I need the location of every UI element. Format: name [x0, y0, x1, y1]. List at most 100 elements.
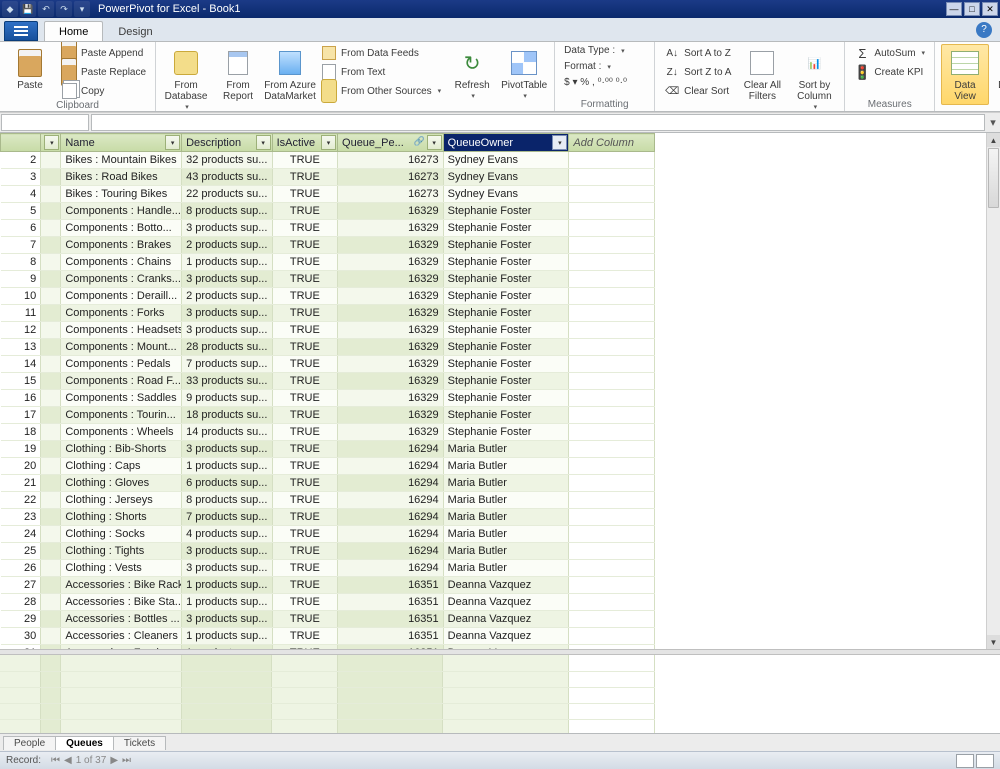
cell-add-column[interactable] [569, 458, 655, 475]
cell-queue-owner[interactable]: Maria Butler [443, 458, 569, 475]
cell-description[interactable]: 8 products sup... [182, 492, 273, 509]
cell-isactive[interactable]: TRUE [272, 305, 337, 322]
cell-queue-pe[interactable]: 16329 [338, 356, 444, 373]
table-row[interactable]: 12Components : Headsets3 products sup...… [1, 322, 655, 339]
cell-queue-owner[interactable]: Stephanie Foster [443, 220, 569, 237]
cell-relationship[interactable] [41, 628, 61, 645]
table-row[interactable]: 10Components : Deraill...2 products sup.… [1, 288, 655, 305]
cell-add-column[interactable] [569, 543, 655, 560]
cell-relationship[interactable] [41, 305, 61, 322]
cell-queue-owner[interactable]: Sydney Evans [443, 169, 569, 186]
cell-add-column[interactable] [569, 628, 655, 645]
cell-add-column[interactable] [569, 373, 655, 390]
minimize-button[interactable]: — [946, 2, 962, 16]
table-row[interactable]: 22Clothing : Jerseys8 products sup...TRU… [1, 492, 655, 509]
table-row[interactable]: 24Clothing : Socks4 products sup...TRUE1… [1, 526, 655, 543]
cell-description[interactable]: 1 products sup... [182, 628, 273, 645]
cell-description[interactable]: 2 products sup... [182, 237, 273, 254]
cell-add-column[interactable] [569, 526, 655, 543]
cell-relationship[interactable] [41, 543, 61, 560]
cell-add-column[interactable] [569, 152, 655, 169]
cell-name[interactable]: Accessories : Fenders [61, 645, 182, 650]
cell-name[interactable]: Clothing : Shorts [61, 509, 182, 526]
cell-name[interactable]: Components : Mount... [61, 339, 182, 356]
cell-description[interactable]: 1 products sup... [182, 254, 273, 271]
cell-relationship[interactable] [41, 475, 61, 492]
pivottable-button[interactable]: PivotTable [500, 44, 548, 103]
cell-relationship[interactable] [41, 390, 61, 407]
cell-queue-owner[interactable]: Maria Butler [443, 543, 569, 560]
cell-add-column[interactable] [569, 645, 655, 650]
cell-queue-pe[interactable]: 16329 [338, 373, 444, 390]
cell-name[interactable]: Components : Brakes [61, 237, 182, 254]
cell-name[interactable]: Components : Pedals [61, 356, 182, 373]
cell-add-column[interactable] [569, 424, 655, 441]
cell-name[interactable]: Clothing : Socks [61, 526, 182, 543]
cell-isactive[interactable]: TRUE [272, 594, 337, 611]
cell-isactive[interactable]: TRUE [272, 220, 337, 237]
cell-relationship[interactable] [41, 271, 61, 288]
scroll-thumb[interactable] [988, 148, 999, 208]
cell-queue-pe[interactable]: 16329 [338, 305, 444, 322]
nav-prev-icon[interactable]: ◀ [64, 755, 72, 766]
cell-add-column[interactable] [569, 441, 655, 458]
cell-queue-pe[interactable]: 16351 [338, 645, 444, 650]
calc-row[interactable] [0, 719, 655, 733]
table-row[interactable]: 9Components : Cranks...3 products sup...… [1, 271, 655, 288]
cell-queue-pe[interactable]: 16329 [338, 254, 444, 271]
cell-isactive[interactable]: TRUE [272, 390, 337, 407]
cell-queue-pe[interactable]: 16329 [338, 322, 444, 339]
cell-isactive[interactable]: TRUE [272, 152, 337, 169]
table-row[interactable]: 13Components : Mount...28 products su...… [1, 339, 655, 356]
cell-description[interactable]: 1 products sup... [182, 577, 273, 594]
cell-relationship[interactable] [41, 441, 61, 458]
cell-isactive[interactable]: TRUE [272, 577, 337, 594]
diagram-view-button[interactable]: Diagram View [993, 44, 1000, 105]
cell-isactive[interactable]: TRUE [272, 645, 337, 650]
cell-queue-pe[interactable]: 16351 [338, 611, 444, 628]
data-type-selector[interactable]: Data Type : [561, 44, 627, 57]
cell-isactive[interactable]: TRUE [272, 543, 337, 560]
select-all-corner[interactable] [1, 134, 41, 152]
nav-last-icon[interactable]: ⏭ [122, 755, 131, 766]
cell-queue-pe[interactable]: 16329 [338, 424, 444, 441]
cell-description[interactable]: 6 products sup... [182, 475, 273, 492]
cell-description[interactable]: 33 products su... [182, 373, 273, 390]
cell-add-column[interactable] [569, 356, 655, 373]
cell-queue-owner[interactable]: Stephanie Foster [443, 305, 569, 322]
cell-name[interactable]: Bikes : Touring Bikes [61, 186, 182, 203]
format-selector[interactable]: Format : [561, 60, 614, 73]
table-row[interactable]: 6Components : Botto...3 products sup...T… [1, 220, 655, 237]
cell-add-column[interactable] [569, 220, 655, 237]
cell-isactive[interactable]: TRUE [272, 288, 337, 305]
from-data-feeds-button[interactable]: From Data Feeds [318, 44, 444, 62]
column-header-queue-owner[interactable]: QueueOwner▾ [443, 134, 569, 152]
sort-by-column-button[interactable]: 📊Sort by Column [790, 44, 838, 112]
cell-add-column[interactable] [569, 322, 655, 339]
table-row[interactable]: 5Components : Handle...8 products sup...… [1, 203, 655, 220]
table-row[interactable]: 27Accessories : Bike Racks1 products sup… [1, 577, 655, 594]
maximize-button[interactable]: □ [964, 2, 980, 16]
cell-add-column[interactable] [569, 611, 655, 628]
formula-expand-icon[interactable]: ▾ [986, 113, 1000, 132]
cell-description[interactable]: 9 products sup... [182, 390, 273, 407]
cell-isactive[interactable]: TRUE [272, 526, 337, 543]
cell-description[interactable]: 2 products sup... [182, 288, 273, 305]
cell-queue-owner[interactable]: Maria Butler [443, 509, 569, 526]
cell-name[interactable]: Clothing : Tights [61, 543, 182, 560]
cell-name[interactable]: Clothing : Vests [61, 560, 182, 577]
tab-home[interactable]: Home [44, 21, 103, 41]
cell-queue-pe[interactable]: 16273 [338, 169, 444, 186]
cell-relationship[interactable] [41, 288, 61, 305]
cell-queue-owner[interactable]: Stephanie Foster [443, 424, 569, 441]
cell-queue-pe[interactable]: 16329 [338, 288, 444, 305]
table-row[interactable]: 31Accessories : Fenders1 products sup...… [1, 645, 655, 650]
cell-description[interactable]: 22 products su... [182, 186, 273, 203]
cell-name[interactable]: Components : Headsets [61, 322, 182, 339]
cell-description[interactable]: 3 products sup... [182, 560, 273, 577]
cell-relationship[interactable] [41, 594, 61, 611]
table-row[interactable]: 3Bikes : Road Bikes43 products su...TRUE… [1, 169, 655, 186]
table-row[interactable]: 11Components : Forks3 products sup...TRU… [1, 305, 655, 322]
cell-isactive[interactable]: TRUE [272, 628, 337, 645]
cell-isactive[interactable]: TRUE [272, 203, 337, 220]
